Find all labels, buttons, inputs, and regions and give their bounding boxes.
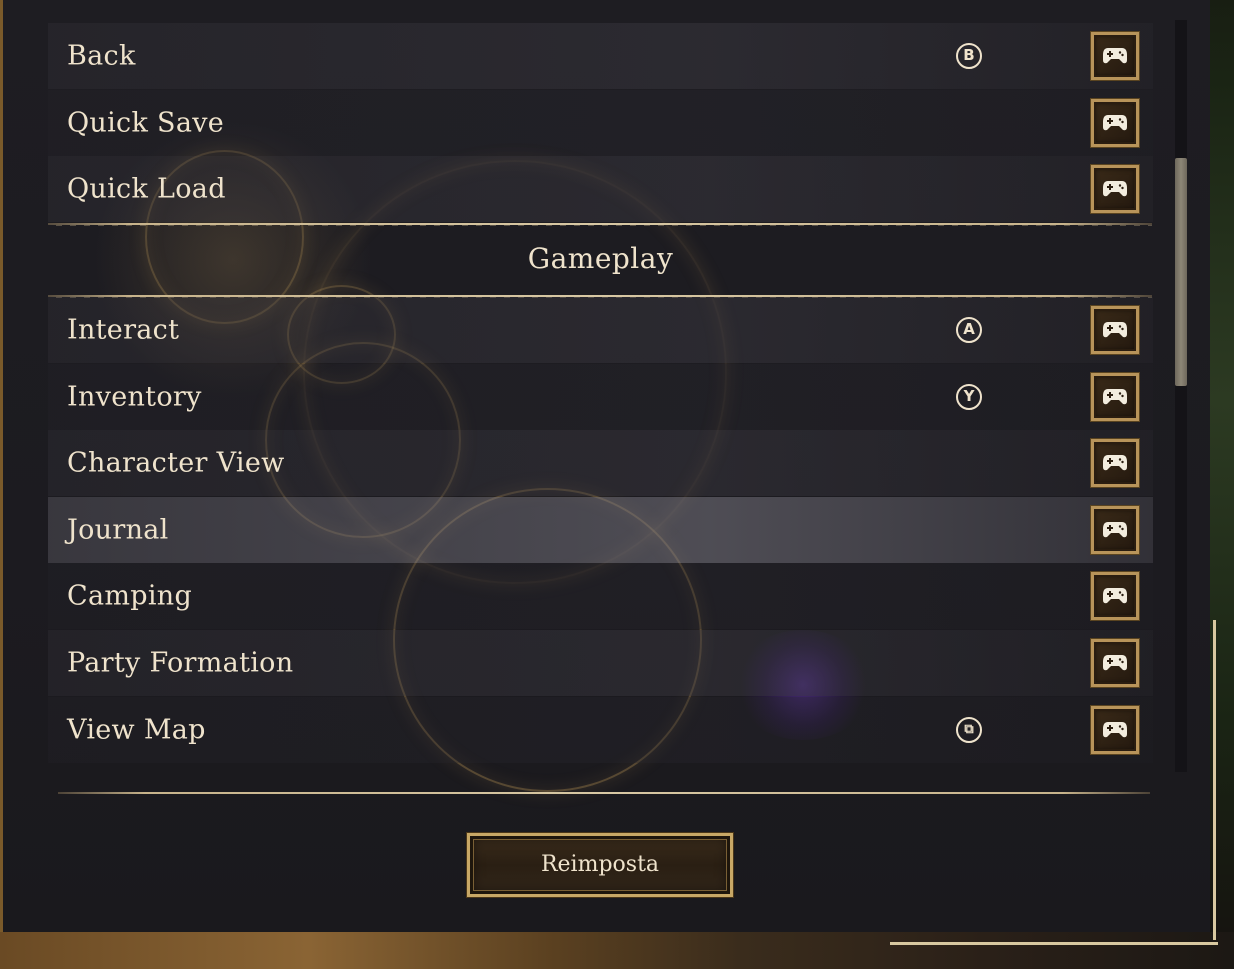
- frame-border: [890, 937, 1218, 945]
- section-divider: [48, 223, 1152, 226]
- action-label: View Map: [67, 714, 206, 746]
- gamepad-icon: [1103, 48, 1127, 64]
- action-label: Quick Load: [67, 173, 226, 205]
- keybind-row-inventory[interactable]: Inventory Y: [48, 364, 1153, 430]
- keybind-row-camping[interactable]: Camping: [48, 563, 1153, 629]
- view-button-icon: ⧉: [956, 717, 982, 743]
- section-title: Gameplay: [527, 242, 674, 275]
- gamepad-binding-button[interactable]: [1090, 705, 1140, 755]
- action-label: Party Formation: [67, 647, 294, 679]
- action-label: Camping: [67, 580, 193, 612]
- gamepad-icon: [1103, 722, 1127, 738]
- gamepad-binding-button[interactable]: [1090, 98, 1140, 148]
- keybind-row-quick-load[interactable]: Quick Load: [48, 156, 1153, 222]
- scrollbar-track[interactable]: [1175, 20, 1187, 772]
- action-label: Character View: [67, 447, 285, 479]
- scrollbar-thumb[interactable]: [1175, 158, 1187, 386]
- keybind-row-interact[interactable]: Interact A: [48, 297, 1153, 363]
- keybind-row-back[interactable]: Back B: [48, 23, 1153, 89]
- controller-button-icon: A: [956, 317, 982, 343]
- keybind-row-view-map[interactable]: View Map ⧉: [48, 697, 1153, 763]
- gamepad-icon: [1103, 455, 1127, 471]
- gamepad-binding-button[interactable]: [1090, 164, 1140, 214]
- gamepad-icon: [1103, 389, 1127, 405]
- keybinding-list: Back B Quick Save Quick Load Gameplay In…: [48, 20, 1153, 772]
- gamepad-icon: [1103, 588, 1127, 604]
- game-screen: Back B Quick Save Quick Load Gameplay In…: [0, 0, 1234, 969]
- gamepad-icon: [1103, 115, 1127, 131]
- action-label: Journal: [67, 514, 169, 546]
- gamepad-icon: [1103, 181, 1127, 197]
- gamepad-binding-button[interactable]: [1090, 31, 1140, 81]
- keybind-row-journal[interactable]: Journal: [48, 497, 1153, 563]
- action-label: Interact: [67, 314, 180, 346]
- gamepad-binding-button[interactable]: [1090, 372, 1140, 422]
- section-header-gameplay: Gameplay: [48, 223, 1153, 298]
- keybind-row-quick-save[interactable]: Quick Save: [48, 90, 1153, 156]
- footer-divider: [58, 792, 1150, 794]
- gamepad-binding-button[interactable]: [1090, 571, 1140, 621]
- action-label: Inventory: [67, 381, 202, 413]
- action-label: Quick Save: [67, 107, 225, 139]
- gamepad-icon: [1103, 322, 1127, 338]
- keybind-row-party-formation[interactable]: Party Formation: [48, 630, 1153, 696]
- frame-border: [1208, 620, 1216, 940]
- controller-button-icon: B: [956, 43, 982, 69]
- reset-button[interactable]: Reimposta: [466, 832, 734, 898]
- controller-button-icon: Y: [956, 384, 982, 410]
- gamepad-icon: [1103, 655, 1127, 671]
- gamepad-binding-button[interactable]: [1090, 438, 1140, 488]
- gamepad-icon: [1103, 522, 1127, 538]
- keybind-row-character-view[interactable]: Character View: [48, 430, 1153, 496]
- action-label: Back: [67, 40, 136, 72]
- gamepad-binding-button[interactable]: [1090, 638, 1140, 688]
- gamepad-binding-button[interactable]: [1090, 505, 1140, 555]
- gamepad-binding-button[interactable]: [1090, 305, 1140, 355]
